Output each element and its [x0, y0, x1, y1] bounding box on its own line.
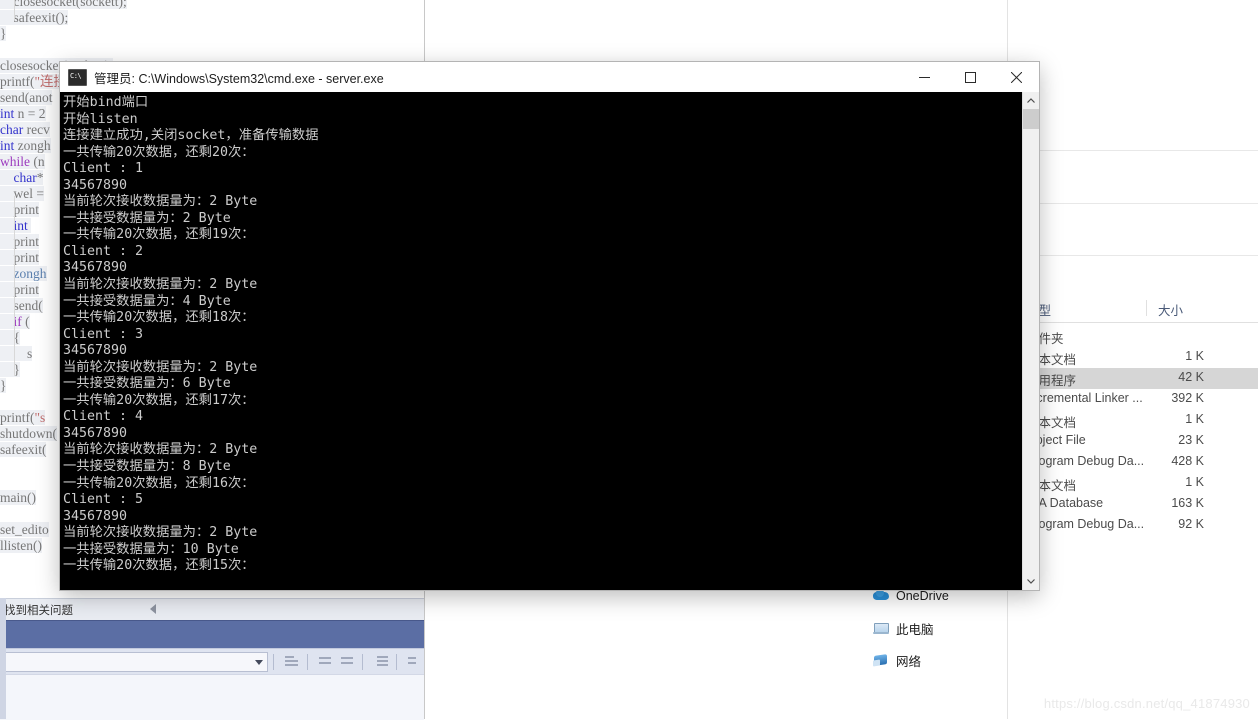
cell-size: 163 K [1171, 496, 1204, 510]
cell-size: 1 K [1185, 412, 1204, 426]
table-row[interactable]: Program Debug Da... 428 K [1008, 452, 1258, 473]
maximize-button[interactable] [947, 62, 993, 92]
table-row[interactable]: 应用程序 42 K [1008, 368, 1258, 389]
cell-type: Program Debug Da... [1026, 517, 1145, 531]
comment-icon[interactable] [371, 653, 389, 671]
error-list-selected-row[interactable] [0, 620, 424, 649]
uncomment-icon[interactable] [405, 653, 421, 671]
collapse-arrow-icon[interactable] [150, 604, 156, 614]
close-button[interactable] [993, 62, 1039, 92]
column-separator[interactable] [1146, 300, 1147, 316]
cmd-console-window[interactable]: 管理员: C:\Windows\System32\cmd.exe - serve… [60, 62, 1039, 590]
cmd-icon [68, 68, 87, 86]
toolbar-separator [273, 654, 275, 670]
network-icon [873, 652, 889, 668]
table-row[interactable]: Program Debug Da... 92 K [1008, 515, 1258, 536]
outdent-right-icon[interactable] [338, 653, 354, 671]
editor-bottom-toolbar[interactable] [0, 648, 424, 675]
search-combo-input[interactable] [2, 652, 269, 672]
table-row[interactable]: 文件夹 [1008, 326, 1258, 347]
indent-guide [14, 196, 15, 376]
cell-type: Incremental Linker ... [1026, 391, 1143, 405]
table-row[interactable]: Object File 23 K [1008, 431, 1258, 452]
nav-item-label: 此电脑 [896, 622, 934, 637]
nav-item-label: OneDrive [896, 589, 949, 603]
scrollbar-thumb[interactable] [1023, 109, 1039, 129]
console-scrollbar[interactable] [1022, 92, 1039, 590]
column-header-2[interactable]: 大小 [1158, 300, 1183, 319]
nav-item-label: 网络 [896, 654, 922, 669]
table-row[interactable]: 文本文档 1 K [1008, 347, 1258, 368]
outdent-left-icon[interactable] [316, 653, 332, 671]
file-list-header[interactable]: 类型大小 [1008, 296, 1258, 323]
console-output-text: 开始bind端口 开始listen 连接建立成功,关闭socket，准备传输数据… [63, 95, 319, 574]
table-row[interactable]: Incremental Linker ... 392 K [1008, 389, 1258, 410]
scroll-up-icon[interactable] [1023, 92, 1039, 109]
cell-type: Program Debug Da... [1026, 454, 1145, 468]
console-title-text: 管理员: C:\Windows\System32\cmd.exe - serve… [94, 71, 384, 86]
toolbar-separator [362, 654, 364, 670]
scroll-down-icon[interactable] [1023, 573, 1039, 590]
window-controls[interactable] [901, 62, 1039, 92]
editor-left-strip [0, 598, 6, 719]
cell-size: 92 K [1178, 517, 1204, 531]
code-line: } [0, 26, 7, 41]
this-pc-icon [873, 620, 889, 636]
cell-size: 42 K [1178, 370, 1204, 384]
chevron-down-icon[interactable] [255, 660, 264, 665]
cell-size: 392 K [1171, 391, 1204, 405]
indent-icon[interactable] [282, 653, 299, 671]
table-row[interactable]: IDA Database 163 K [1008, 494, 1258, 515]
cell-size: 1 K [1185, 475, 1204, 489]
code-line: closesocket(sockett); [0, 0, 424, 10]
list-divider [1008, 255, 1258, 256]
toolbar-separator [306, 654, 308, 670]
error-list-panel[interactable]: 找到相关问题 [0, 598, 424, 621]
cell-size: 428 K [1171, 454, 1204, 468]
editor-bottom-blank-panel [0, 674, 424, 720]
error-list-label: 找到相关问题 [4, 605, 73, 617]
minimize-button[interactable] [901, 62, 947, 92]
table-row[interactable]: 文本文档 1 K [1008, 410, 1258, 431]
nav-item-2[interactable]: 此电脑 [873, 618, 934, 638]
list-divider [1008, 150, 1258, 151]
table-row[interactable]: 文本文档 1 K [1008, 473, 1258, 494]
list-divider [1008, 203, 1258, 204]
console-output-area[interactable]: 开始bind端口 开始listen 连接建立成功,关闭socket，准备传输数据… [60, 92, 1039, 590]
cell-size: 1 K [1185, 349, 1204, 363]
code-line: safeexit(); [0, 10, 424, 26]
console-title-bar[interactable]: 管理员: C:\Windows\System32\cmd.exe - serve… [60, 62, 1039, 93]
indent-guide [14, 0, 15, 20]
cell-size: 23 K [1178, 433, 1204, 447]
watermark-text: https://blog.csdn.net/qq_41874930 [1043, 696, 1250, 711]
toolbar-separator [395, 654, 397, 670]
file-list-pane[interactable]: 类型大小 文件夹文本文档1 K应用程序42 KIncremental Linke… [1008, 0, 1258, 719]
nav-item-3[interactable]: 网络 [873, 650, 921, 670]
onedrive-icon [873, 588, 889, 604]
